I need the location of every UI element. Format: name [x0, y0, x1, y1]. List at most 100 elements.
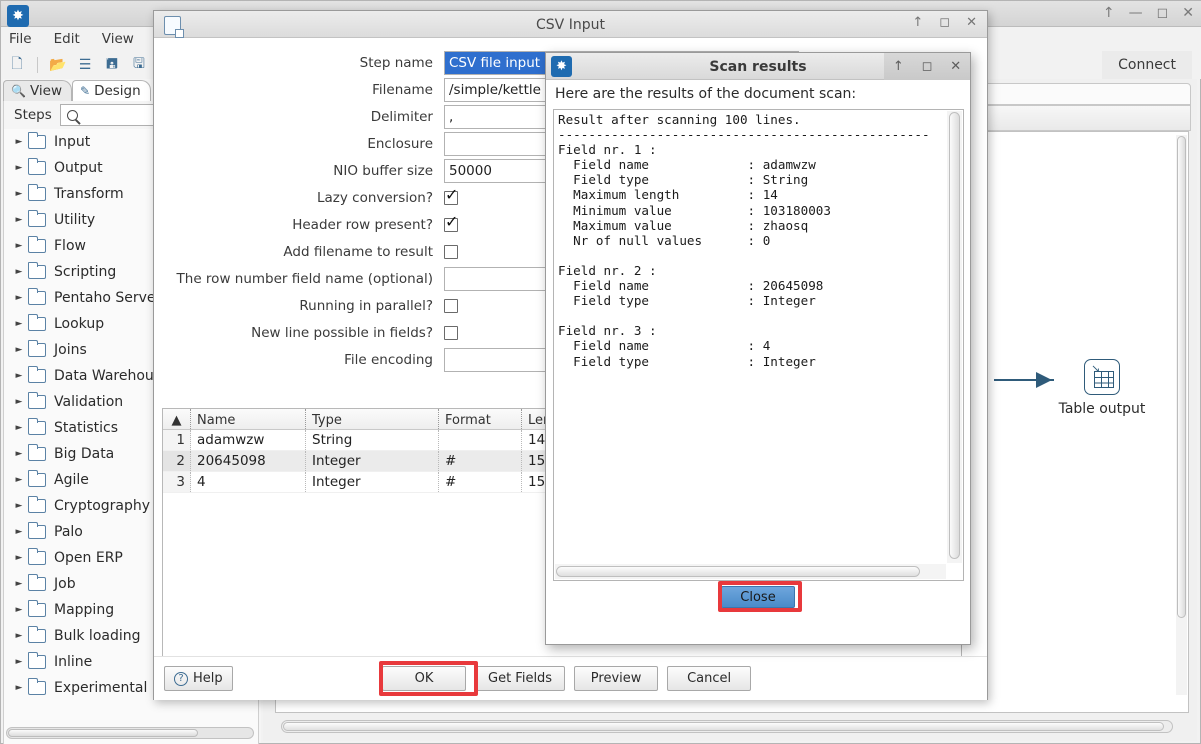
chevron-right-icon[interactable]: ► — [12, 163, 26, 173]
scan-results-textarea[interactable]: Result after scanning 100 lines. -------… — [553, 109, 964, 581]
scroll-thumb[interactable] — [949, 112, 960, 560]
chevron-right-icon[interactable]: ► — [12, 189, 26, 199]
preview-button[interactable]: Preview — [574, 666, 659, 691]
cell-name[interactable]: 4 — [191, 472, 306, 492]
connect-button[interactable]: Connect — [1102, 51, 1192, 79]
help-button[interactable]: ? Help — [164, 666, 233, 691]
chevron-right-icon[interactable]: ► — [12, 475, 26, 485]
column-header-format[interactable]: Format — [439, 409, 522, 429]
scroll-thumb[interactable] — [1177, 136, 1186, 618]
chevron-right-icon[interactable]: ► — [12, 267, 26, 277]
chevron-right-icon[interactable]: ► — [12, 241, 26, 251]
folder-icon — [27, 131, 46, 149]
chevron-right-icon[interactable]: ► — [12, 605, 26, 615]
folder-icon — [27, 313, 46, 331]
restore-icon[interactable]: ◻ — [939, 15, 950, 30]
scroll-thumb[interactable] — [283, 722, 1165, 731]
chevron-right-icon[interactable]: ► — [12, 553, 26, 563]
left-panel-hscrollbar[interactable] — [6, 727, 254, 739]
menu-view[interactable]: View — [102, 31, 134, 47]
sidebar-item-label: Agile — [54, 472, 89, 488]
toolbar-separator — [37, 57, 38, 73]
chevron-right-icon[interactable]: ► — [12, 449, 26, 459]
canvas-node-table-output[interactable]: ↘ Table output — [1054, 359, 1150, 417]
main-window-controls[interactable]: ↑ — ◻ ✕ — [1103, 4, 1194, 22]
maximize-up-icon[interactable]: ↑ — [893, 59, 904, 74]
sidebar-item-label: Lookup — [54, 316, 105, 332]
minimize-icon[interactable]: — — [1129, 4, 1143, 22]
save-as-icon[interactable]: 🖫 — [129, 55, 149, 75]
save-icon[interactable]: 🖪 — [102, 55, 122, 75]
tab-design[interactable]: ✎ Design — [72, 80, 151, 101]
csv-action-buttons[interactable]: OK Get Fields Preview Cancel — [382, 666, 752, 691]
chevron-right-icon[interactable]: ► — [12, 137, 26, 147]
ok-button[interactable]: OK — [382, 666, 466, 691]
restore-icon[interactable]: ◻ — [1157, 4, 1169, 22]
menu-edit[interactable]: Edit — [54, 31, 80, 47]
chevron-right-icon[interactable]: ► — [12, 579, 26, 589]
chevron-right-icon[interactable]: ► — [12, 501, 26, 511]
restore-icon[interactable]: ◻ — [922, 59, 933, 74]
close-icon[interactable]: ✕ — [966, 15, 977, 30]
column-header-type[interactable]: Type — [306, 409, 439, 429]
row-index[interactable]: 1 — [163, 430, 191, 450]
cell-type[interactable]: String — [306, 430, 439, 450]
chevron-right-icon[interactable]: ► — [12, 527, 26, 537]
close-icon[interactable]: ✕ — [950, 59, 961, 74]
chevron-right-icon[interactable]: ► — [12, 683, 26, 693]
close-icon[interactable]: ✕ — [1182, 4, 1194, 22]
label-header-row-present: Header row present? — [292, 217, 433, 233]
csv-dialog-window-controls[interactable]: ↑ ◻ ✕ — [912, 15, 977, 30]
chevron-right-icon[interactable]: ► — [12, 319, 26, 329]
canvas-vscrollbar[interactable] — [1176, 135, 1187, 695]
chevron-right-icon[interactable]: ► — [12, 657, 26, 667]
list-icon[interactable]: ☰ — [75, 55, 95, 75]
cell-type[interactable]: Integer — [306, 472, 439, 492]
label-file-encoding: File encoding — [344, 352, 433, 368]
maximize-up-icon[interactable]: ↑ — [912, 15, 923, 30]
chevron-right-icon[interactable]: ► — [12, 397, 26, 407]
chevron-right-icon[interactable]: ► — [12, 345, 26, 355]
scroll-thumb[interactable] — [556, 566, 920, 577]
checkbox-lazy-conversion[interactable] — [444, 187, 458, 205]
sidebar-item-label: Input — [54, 134, 91, 150]
cell-format[interactable]: # — [439, 451, 522, 471]
checkbox-add-filename-to-result[interactable] — [444, 245, 458, 259]
open-folder-icon[interactable]: 📂 — [48, 55, 68, 75]
row-index[interactable]: 2 — [163, 451, 191, 471]
cell-name[interactable]: adamwzw — [191, 430, 306, 450]
maximize-up-icon[interactable]: ↑ — [1103, 4, 1115, 22]
menu-file[interactable]: File — [9, 31, 32, 47]
checkbox-running-in-parallel[interactable] — [444, 299, 458, 313]
chevron-right-icon[interactable]: ► — [12, 371, 26, 381]
cell-name[interactable]: 20645098 — [191, 451, 306, 471]
folder-icon — [27, 651, 46, 669]
new-file-icon[interactable]: 🗋 — [7, 55, 27, 75]
cell-format[interactable]: # — [439, 472, 522, 492]
close-button[interactable]: Close — [721, 586, 795, 608]
checkbox-header-row-present[interactable] — [444, 214, 458, 232]
label-delimiter: Delimiter — [370, 109, 433, 125]
label-lazy-conversion: Lazy conversion? — [316, 190, 433, 206]
scan-text-hscrollbar[interactable] — [555, 564, 946, 579]
cancel-button[interactable]: Cancel — [667, 666, 752, 691]
chevron-right-icon[interactable]: ► — [12, 631, 26, 641]
column-header-name[interactable]: Name — [191, 409, 306, 429]
csv-dialog-titlebar: CSV Input ↑ ◻ ✕ — [154, 11, 987, 38]
cell-format[interactable] — [439, 430, 522, 450]
chevron-right-icon[interactable]: ► — [12, 293, 26, 303]
hop-arrow-icon — [1036, 372, 1052, 388]
cell-type[interactable]: Integer — [306, 451, 439, 471]
scan-dialog-window-controls[interactable]: ↑ ◻ ✕ — [884, 53, 970, 80]
sort-ascending-icon[interactable]: ▲ — [163, 409, 191, 429]
get-fields-button[interactable]: Get Fields — [475, 666, 566, 691]
chevron-right-icon[interactable]: ► — [12, 215, 26, 225]
scan-text-vscrollbar[interactable] — [947, 111, 962, 563]
tab-view[interactable]: 🔍 View — [3, 80, 72, 101]
row-index[interactable]: 3 — [163, 472, 191, 492]
scroll-thumb[interactable] — [8, 729, 198, 737]
canvas-hscrollbar[interactable] — [281, 720, 1173, 733]
checkbox-new-line-possible-in-fields[interactable] — [444, 326, 458, 340]
sidebar-item-label: Big Data — [54, 446, 115, 462]
chevron-right-icon[interactable]: ► — [12, 423, 26, 433]
